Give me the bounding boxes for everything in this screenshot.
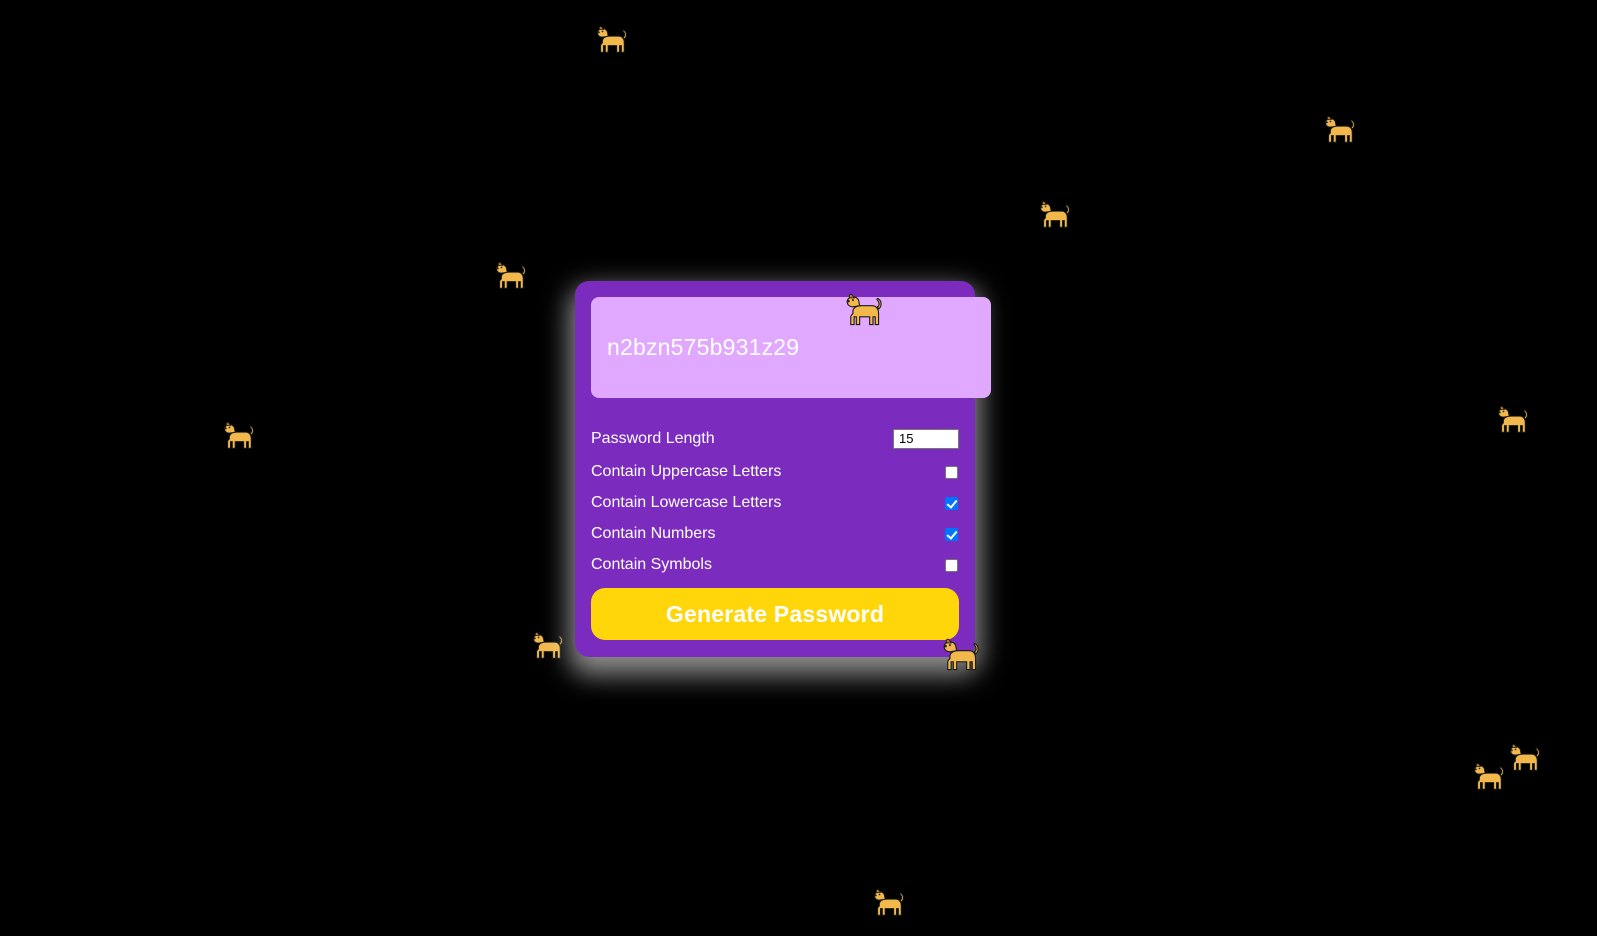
length-row: Password Length 15 bbox=[591, 427, 959, 451]
dog-icon bbox=[1495, 402, 1529, 436]
dog-icon bbox=[594, 22, 628, 56]
symbols-checkbox[interactable] bbox=[945, 558, 958, 572]
option-numbers-label: Contain Numbers bbox=[591, 525, 716, 542]
option-lowercase: Contain Lowercase Letters bbox=[591, 491, 959, 515]
dog-icon bbox=[843, 289, 883, 329]
lowercase-checkbox[interactable] bbox=[945, 496, 958, 510]
generate-password-button[interactable]: Generate Password bbox=[591, 588, 959, 640]
option-uppercase-label: Contain Uppercase Letters bbox=[591, 463, 782, 480]
dog-icon bbox=[1037, 197, 1071, 231]
option-symbols: Contain Symbols bbox=[591, 553, 959, 577]
dog-icon bbox=[1322, 112, 1356, 146]
password-generator-card: n2bzn575b931z29 Password Length 15 Conta… bbox=[575, 281, 991, 657]
option-lowercase-label: Contain Lowercase Letters bbox=[591, 494, 782, 511]
option-uppercase: Contain Uppercase Letters bbox=[591, 460, 959, 484]
uppercase-checkbox[interactable] bbox=[945, 465, 958, 479]
page-background: n2bzn575b931z29 Password Length 15 Conta… bbox=[0, 0, 1597, 936]
password-output-text: n2bzn575b931z29 bbox=[607, 334, 800, 360]
option-numbers: Contain Numbers bbox=[591, 522, 959, 546]
dog-icon bbox=[940, 634, 980, 674]
dog-icon bbox=[493, 258, 527, 292]
numbers-checkbox[interactable] bbox=[945, 527, 958, 541]
password-output[interactable]: n2bzn575b931z29 bbox=[591, 297, 991, 398]
option-symbols-label: Contain Symbols bbox=[591, 556, 712, 573]
dog-icon bbox=[1507, 740, 1541, 774]
dog-icon bbox=[530, 628, 564, 662]
dog-icon bbox=[221, 418, 255, 452]
dog-icon bbox=[1471, 759, 1505, 793]
length-label: Password Length bbox=[591, 430, 715, 447]
length-input[interactable]: 15 bbox=[893, 429, 959, 449]
dog-icon bbox=[871, 885, 905, 919]
